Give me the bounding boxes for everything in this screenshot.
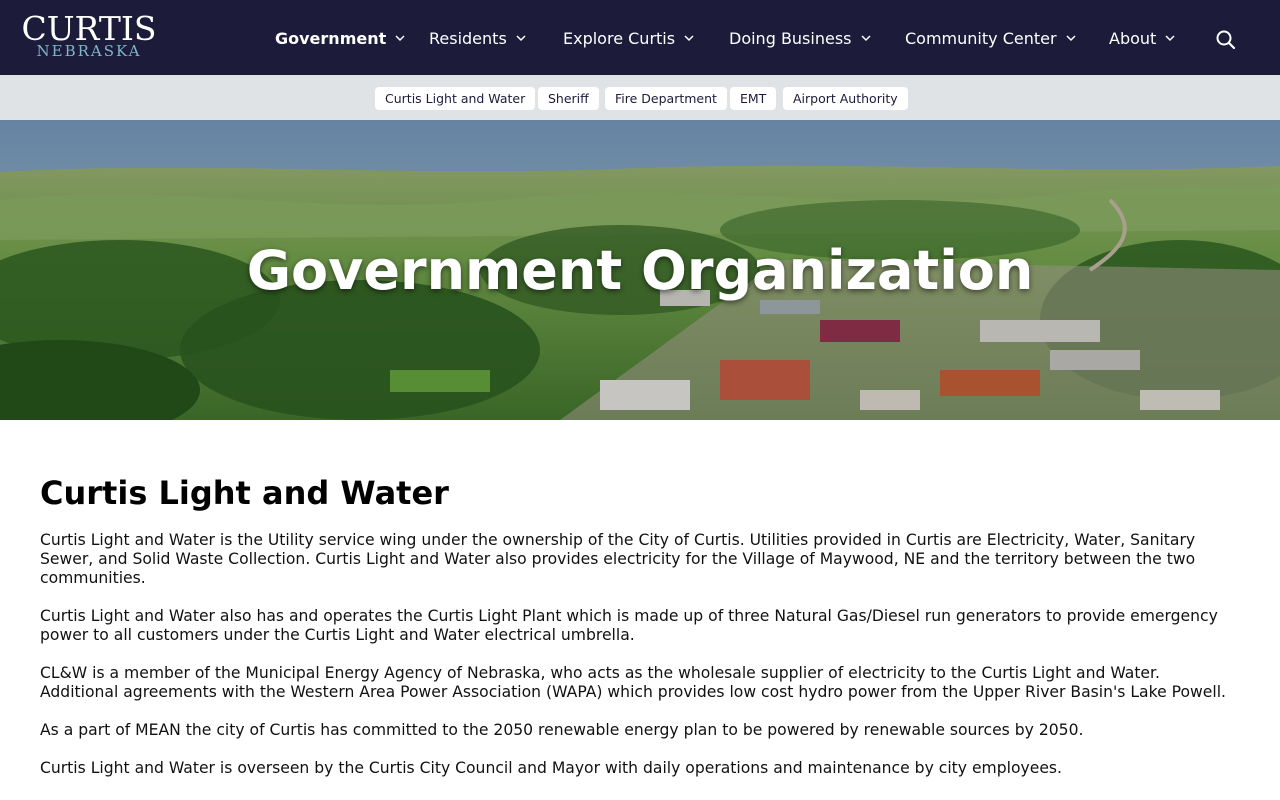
nav-label: About [1109,28,1157,48]
page-title: Government Organization [246,239,1034,302]
paragraph: Curtis Light and Water also has and oper… [40,607,1218,644]
section-heading: Curtis Light and Water [40,474,449,512]
nav-residents[interactable]: Residents [429,26,527,50]
paragraph: Curtis Light and Water is the Utility se… [40,531,1196,587]
chevron-down-icon [860,32,872,44]
chevron-down-icon [394,32,406,44]
department-subnav: Curtis Light and Water Sheriff Fire Depa… [0,75,1280,120]
nav-label: Residents [429,28,507,48]
nav-about[interactable]: About [1109,26,1176,50]
nav-doing-business[interactable]: Doing Business [729,26,872,50]
main-content: Curtis Light and Water Curtis Light and … [40,474,1240,797]
search-icon[interactable] [1214,28,1238,52]
nav-government[interactable]: Government [275,26,406,50]
subnav-sheriff[interactable]: Sheriff [538,87,599,110]
nav-label: Community Center [905,28,1057,48]
site-header: CURTIS NEBRASKA Government Residents Exp… [0,0,1280,75]
subnav-emt[interactable]: EMT [730,87,777,110]
paragraph: CL&W is a member of the Municipal Energy… [40,664,1226,701]
chevron-down-icon [683,32,695,44]
nav-community-center[interactable]: Community Center [905,26,1077,50]
subnav-airport-authority[interactable]: Airport Authority [783,87,908,110]
nav-label: Doing Business [729,28,852,48]
logo-subtitle: NEBRASKA [36,42,142,60]
nav-label: Government [275,28,387,48]
chevron-down-icon [1065,32,1077,44]
site-logo[interactable]: CURTIS NEBRASKA [19,12,159,62]
paragraph: As a part of MEAN the city of Curtis has… [40,721,1084,739]
paragraph: Curtis Light and Water is overseen by th… [40,759,1063,777]
subnav-curtis-light-and-water[interactable]: Curtis Light and Water [375,87,536,110]
chevron-down-icon [515,32,527,44]
subnav-fire-department[interactable]: Fire Department [605,87,727,110]
nav-label: Explore Curtis [563,28,676,48]
hero-banner: Government Organization [0,120,1280,420]
chevron-down-icon [1164,32,1176,44]
nav-explore-curtis[interactable]: Explore Curtis [563,26,695,50]
logo-wordmark: CURTIS [21,9,157,48]
